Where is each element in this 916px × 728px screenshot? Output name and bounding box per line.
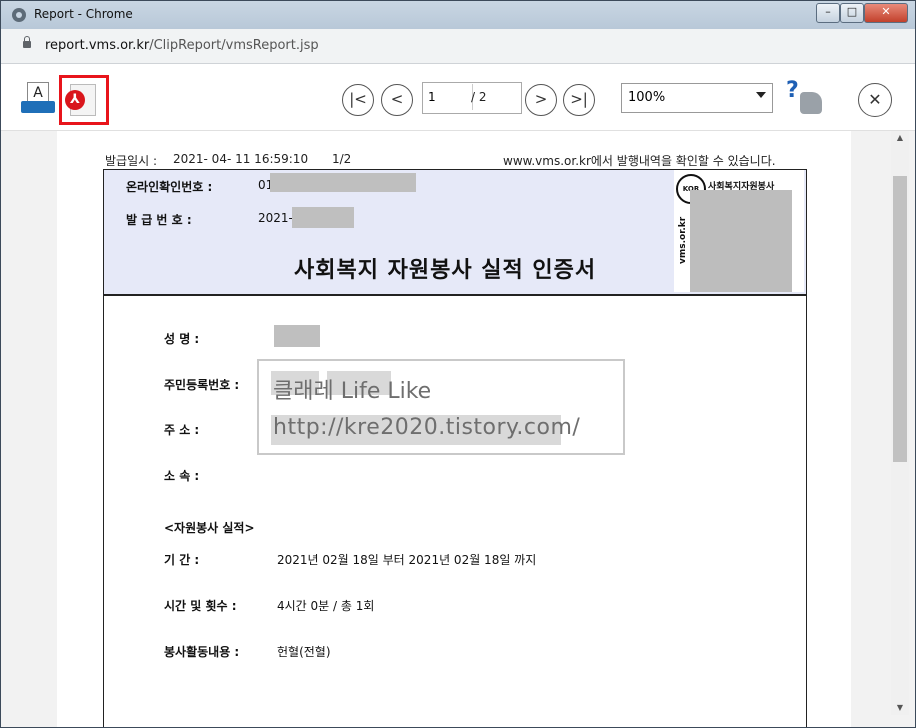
adobe-pdf-icon: ⅄ — [65, 90, 85, 110]
redacted-photo — [690, 190, 792, 292]
affiliation-label: 소 속 : — [164, 469, 200, 483]
volunteer-section-title: <자원봉사 실적> — [164, 521, 255, 535]
pdf-export-button[interactable]: ⅄ — [59, 75, 109, 125]
content-value: 헌혈(전혈) — [277, 645, 331, 659]
lock-icon — [23, 36, 31, 48]
vertical-scrollbar[interactable]: ▲ ▼ — [891, 131, 909, 715]
report-toolbar: A ⅄ |< < / 2 > >| 100% ? ✕ — [1, 64, 915, 131]
page-total: / 2 — [471, 90, 487, 104]
chrome-icon — [12, 8, 26, 22]
print-button[interactable]: A — [21, 82, 55, 116]
redacted-name — [274, 325, 320, 347]
issue-label: 발급일시 : — [105, 154, 158, 168]
watermark-line1: 클래레 Life Like — [273, 379, 432, 404]
issue-number-value: 2021- — [258, 211, 293, 225]
issue-datetime: 2021- 04- 11 16:59:10 — [173, 152, 309, 166]
address-bar[interactable]: report.vms.or.kr/ClipReport/vmsReport.js… — [1, 29, 915, 64]
browser-window: Report - Chrome – □ ✕ report.vms.or.kr/C… — [0, 0, 916, 728]
close-window-button[interactable]: ✕ — [864, 3, 908, 23]
rrn-label: 주민등록번호 : — [164, 378, 240, 392]
content-label: 봉사활동내용 : — [164, 645, 240, 659]
last-page-button[interactable]: >| — [563, 84, 595, 116]
period-value: 2021년 02월 18일 부터 2021년 02월 18일 까지 — [277, 553, 537, 567]
certificate-header: 온라인확인번호 : 01 발 급 번 호 : 2021- 사회복지 자원봉사 실… — [104, 170, 806, 296]
title-bar: Report - Chrome – □ ✕ — [1, 1, 915, 29]
close-report-button[interactable]: ✕ — [858, 83, 892, 117]
blog-watermark: 클래레 Life Like http://kre2020.tistory.com… — [257, 359, 625, 455]
page-indicator: 1/2 — [332, 152, 352, 166]
verify-note: www.vms.or.kr에서 발행내역을 확인할 수 있습니다. — [503, 154, 776, 168]
period-label: 기 간 : — [164, 553, 200, 567]
online-number-label: 온라인확인번호 : — [126, 180, 213, 194]
chevron-down-icon — [756, 92, 766, 98]
official-stamp: KOR 사회복지자원봉사 vms.or.kr — [674, 170, 804, 292]
redacted-issue-number — [292, 207, 354, 228]
url-host: report.vms.or.kr — [45, 38, 150, 53]
next-page-button[interactable]: > — [525, 84, 557, 116]
redacted-online-number — [270, 173, 416, 192]
maximize-button[interactable]: □ — [840, 3, 864, 23]
page-number-input[interactable] — [424, 84, 473, 110]
hours-label: 시간 및 횟수 : — [164, 599, 237, 613]
printer-base — [21, 101, 55, 113]
url-path: /ClipReport/vmsReport.jsp — [149, 38, 319, 53]
window-title: Report - Chrome — [34, 7, 133, 21]
address-label: 주 소 : — [164, 423, 200, 437]
url-text[interactable]: report.vms.or.kr/ClipReport/vmsReport.js… — [45, 38, 319, 53]
scroll-up-arrow-icon[interactable]: ▲ — [891, 133, 909, 145]
first-page-button[interactable]: |< — [342, 84, 374, 116]
page-number-box: / 2 — [422, 82, 522, 114]
stamp-vms-text: vms.or.kr — [678, 216, 688, 264]
hand-icon — [800, 92, 822, 114]
prev-page-button[interactable]: < — [381, 84, 413, 116]
scroll-down-arrow-icon[interactable]: ▼ — [891, 703, 909, 715]
certificate-title: 사회복지 자원봉사 실적 인증서 — [294, 258, 597, 283]
help-button[interactable]: ? — [786, 78, 826, 118]
zoom-value: 100% — [628, 90, 666, 105]
name-label: 성 명 : — [164, 332, 200, 346]
scroll-thumb[interactable] — [893, 176, 907, 462]
question-icon: ? — [786, 78, 799, 103]
watermark-line2: http://kre2020.tistory.com/ — [273, 415, 581, 440]
issue-number-label: 발 급 번 호 : — [126, 213, 192, 227]
hours-value: 4시간 0분 / 총 1회 — [277, 599, 375, 613]
zoom-select[interactable]: 100% — [621, 83, 773, 113]
minimize-button[interactable]: – — [816, 3, 840, 23]
